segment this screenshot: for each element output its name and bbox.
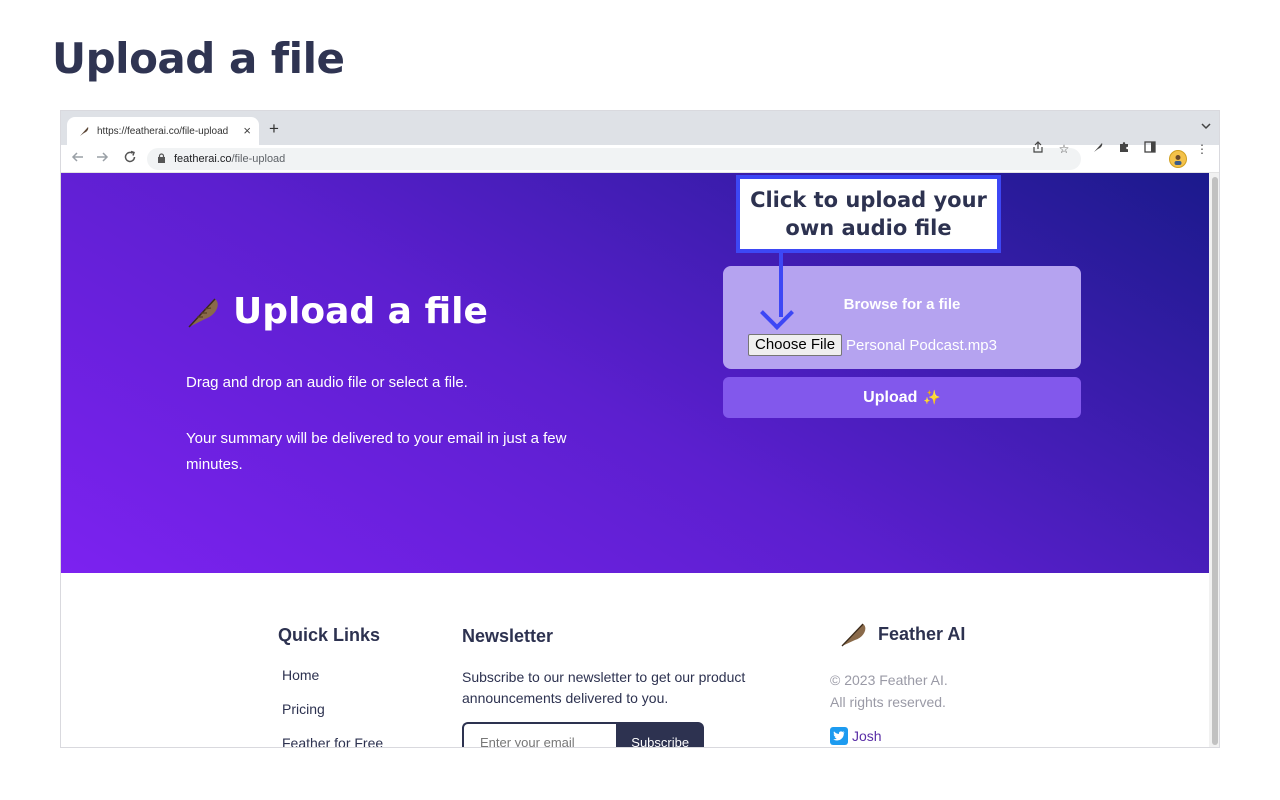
tab-search-chevron-icon[interactable] (1201, 121, 1211, 133)
page-heading: Upload a file (52, 34, 345, 83)
hero-section: Upload a file Drag and drop an audio fil… (61, 173, 1209, 573)
reload-icon[interactable] (123, 150, 137, 169)
puzzle-icon[interactable] (1117, 140, 1131, 158)
more-menu-icon[interactable]: ⋮ (1195, 140, 1209, 158)
newsletter-title: Newsletter (462, 626, 554, 646)
browser-toolbar: featherai.co/file-upload ☆ ⋮ (61, 141, 1219, 173)
hero-title-text: Upload a file (233, 291, 488, 332)
lock-icon[interactable] (157, 153, 166, 165)
upload-button[interactable]: Upload ✨ (723, 377, 1081, 418)
footer-brand: Feather AI (839, 619, 965, 649)
tab-close-icon[interactable]: × (243, 123, 251, 139)
url-path: /file-upload (231, 153, 286, 165)
star-icon[interactable]: ☆ (1057, 140, 1071, 158)
newsletter-description: Subscribe to our newsletter to get our p… (462, 669, 746, 706)
browser-window: https://featherai.co/file-upload × + fea… (60, 110, 1220, 748)
browser-tab[interactable]: https://featherai.co/file-upload × (67, 117, 259, 145)
copyright-line-2: All rights reserved. (830, 694, 946, 710)
social-link-josh[interactable]: Josh (830, 727, 882, 745)
feather-icon (185, 293, 223, 331)
hero-title: Upload a file (185, 291, 488, 332)
brand-name: Feather AI (878, 623, 966, 644)
address-bar[interactable]: featherai.co/file-upload (147, 148, 1081, 170)
back-arrow-icon[interactable] (71, 150, 85, 169)
copyright-text: © 2023 Feather AI. All rights reserved. (830, 669, 948, 713)
scrollbar-thumb[interactable] (1212, 177, 1218, 745)
side-panel-icon[interactable] (1143, 140, 1157, 158)
sparkles-icon: ✨ (923, 389, 941, 405)
copyright-line-1: © 2023 Feather AI. (830, 672, 948, 688)
feather-favicon-icon (77, 124, 91, 138)
footer-link-pricing[interactable]: Pricing (282, 701, 325, 717)
hero-description: Drag and drop an audio file or select a … (186, 374, 468, 391)
page-viewport: Upload a file Drag and drop an audio fil… (61, 173, 1219, 747)
hero-delivery-note: Your summary will be delivered to your e… (186, 430, 567, 473)
profile-avatar-icon[interactable] (1169, 150, 1187, 168)
tab-strip: https://featherai.co/file-upload × + (61, 111, 1219, 145)
footer-link-feather-free[interactable]: Feather for Free (282, 735, 383, 747)
tab-title: https://featherai.co/file-upload (97, 125, 229, 137)
page-scrollbar[interactable] (1209, 173, 1219, 747)
share-icon[interactable] (1031, 140, 1045, 158)
upload-button-label: Upload (863, 388, 918, 406)
twitter-icon (830, 727, 848, 745)
new-tab-button[interactable]: + (269, 119, 279, 139)
footer-link-home[interactable]: Home (282, 667, 319, 683)
file-input-row: Choose File Personal Podcast.mp3 (748, 334, 997, 356)
quick-links-title: Quick Links (278, 625, 381, 645)
choose-file-button[interactable]: Choose File (748, 334, 843, 356)
feather-logo-icon (839, 619, 869, 649)
selected-file-name: Personal Podcast.mp3 (846, 336, 997, 354)
upload-callout: Click to upload your own audio file (736, 175, 1001, 253)
forward-arrow-icon[interactable] (95, 150, 109, 169)
newsletter-form: Enter your email Subscribe (462, 722, 704, 747)
site-footer: Quick Links Home Pricing Feather for Fre… (61, 573, 1209, 747)
social-name: Josh (852, 728, 882, 744)
url-host: featherai.co (174, 153, 232, 165)
feather-extension-icon[interactable] (1091, 140, 1105, 158)
subscribe-button[interactable]: Subscribe (616, 722, 704, 747)
newsletter-email-input[interactable]: Enter your email (462, 722, 617, 747)
